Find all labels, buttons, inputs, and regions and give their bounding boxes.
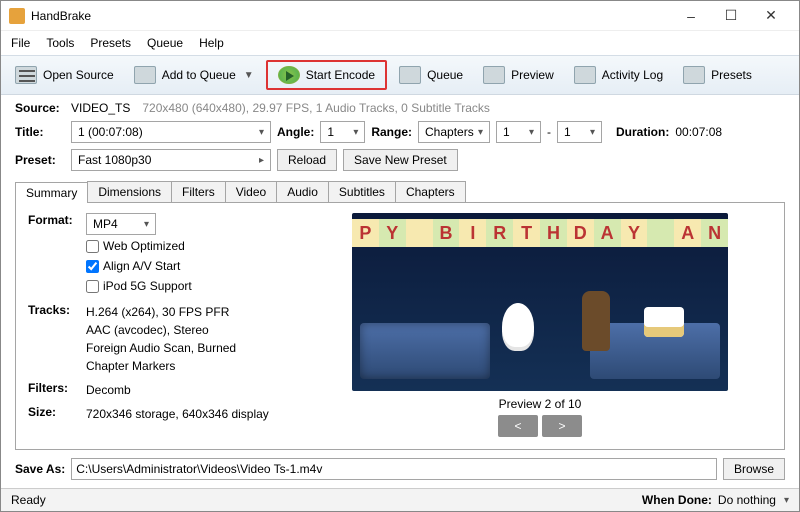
angle-label: Angle: (277, 125, 314, 139)
preview-label: Preview (511, 68, 554, 82)
format-label: Format: (28, 213, 86, 297)
film-icon (15, 66, 37, 84)
source-name: VIDEO_TS (71, 101, 130, 115)
birthday-banner: PY BIRTHDAY AN (352, 219, 728, 247)
preview-prev-button[interactable]: < (498, 415, 538, 437)
browse-button[interactable]: Browse (723, 458, 785, 480)
duration-value: 00:07:08 (675, 125, 722, 139)
chevron-down-icon: ▼ (244, 70, 254, 81)
presets-label: Presets (711, 68, 752, 82)
preview-thumbnail: PY BIRTHDAY AN (352, 213, 728, 391)
tab-chapters[interactable]: Chapters (395, 181, 466, 202)
preset-label: Preset: (15, 153, 65, 167)
source-label: Source: (15, 101, 65, 115)
title-row: Title: 1 (00:07:08)▾ Angle: 1▾ Range: Ch… (15, 121, 785, 143)
preview-next-button[interactable]: > (542, 415, 582, 437)
start-encode-label: Start Encode (306, 68, 375, 82)
range-sep: - (547, 125, 551, 139)
log-icon (574, 66, 596, 84)
source-info: 720x480 (640x480), 29.97 FPS, 1 Audio Tr… (142, 101, 490, 115)
title-select[interactable]: 1 (00:07:08)▾ (71, 121, 271, 143)
status-bar: Ready When Done: Do nothing ▾ (1, 488, 799, 511)
format-select[interactable]: MP4▾ (86, 213, 156, 235)
save-as-row: Save As: Browse (1, 450, 799, 488)
range-to-select[interactable]: 1▾ (557, 121, 602, 143)
angle-select[interactable]: 1▾ (320, 121, 365, 143)
add-to-queue-label: Add to Queue (162, 68, 236, 82)
title-label: Title: (15, 125, 65, 139)
tab-body: Format: MP4▾ Web Optimized Align A/V Sta… (15, 203, 785, 450)
tab-summary[interactable]: Summary (15, 182, 88, 203)
when-done-value[interactable]: Do nothing (718, 493, 776, 507)
menu-file[interactable]: File (9, 34, 32, 52)
preset-row: Preset: Fast 1080p30▸ Reload Save New Pr… (15, 149, 785, 171)
title-value: 1 (00:07:08) (78, 125, 143, 139)
presets-icon (683, 66, 705, 84)
preview-nav: < > (498, 415, 582, 437)
open-source-label: Open Source (43, 68, 114, 82)
filters-value: Decomb (86, 381, 288, 399)
reload-button[interactable]: Reload (277, 149, 337, 171)
tracks-label: Tracks: (28, 303, 86, 375)
activity-log-button[interactable]: Activity Log (566, 62, 671, 88)
menu-presets[interactable]: Presets (88, 34, 133, 52)
web-optimized-checkbox[interactable] (86, 240, 99, 253)
app-window: HandBrake – ☐ ✕ File Tools Presets Queue… (0, 0, 800, 512)
source-row: Source: VIDEO_TS 720x480 (640x480), 29.9… (15, 101, 785, 115)
app-icon (9, 8, 25, 24)
menu-bar: File Tools Presets Queue Help (1, 31, 799, 55)
add-to-queue-button[interactable]: Add to Queue ▼ (126, 62, 262, 88)
preview-icon (483, 66, 505, 84)
activity-log-label: Activity Log (602, 68, 663, 82)
align-av-checkbox[interactable] (86, 260, 99, 273)
start-encode-button[interactable]: Start Encode (266, 60, 387, 90)
save-as-input[interactable] (71, 458, 717, 480)
presets-button[interactable]: Presets (675, 62, 760, 88)
preset-select[interactable]: Fast 1080p30▸ (71, 149, 271, 171)
queue-button[interactable]: Queue (391, 62, 471, 88)
size-value: 720x346 storage, 640x346 display (86, 405, 288, 423)
queue-icon (399, 66, 421, 84)
save-as-label: Save As: (15, 462, 65, 476)
menu-queue[interactable]: Queue (145, 34, 185, 52)
tab-video[interactable]: Video (225, 181, 277, 202)
range-mode-select[interactable]: Chapters▾ (418, 121, 490, 143)
tracks-values: H.264 (x264), 30 FPS PFR AAC (avcodec), … (86, 303, 288, 375)
menu-tools[interactable]: Tools (44, 34, 76, 52)
queue-add-icon (134, 66, 156, 84)
duration-label: Duration: (616, 125, 669, 139)
app-title: HandBrake (31, 9, 671, 23)
queue-label: Queue (427, 68, 463, 82)
maximize-button[interactable]: ☐ (711, 7, 751, 24)
tab-audio[interactable]: Audio (276, 181, 329, 202)
open-source-button[interactable]: Open Source (7, 62, 122, 88)
range-label: Range: (371, 125, 412, 139)
content-area: Source: VIDEO_TS 720x480 (640x480), 29.9… (1, 95, 799, 450)
chevron-down-icon: ▾ (784, 495, 789, 506)
preview-caption: Preview 2 of 10 (499, 397, 582, 411)
tabs: Summary Dimensions Filters Video Audio S… (15, 181, 785, 203)
play-icon (278, 66, 300, 84)
filters-label: Filters: (28, 381, 86, 399)
ipod-checkbox[interactable] (86, 280, 99, 293)
tab-dimensions[interactable]: Dimensions (87, 181, 172, 202)
range-from-select[interactable]: 1▾ (496, 121, 541, 143)
tab-filters[interactable]: Filters (171, 181, 226, 202)
toolbar: Open Source Add to Queue ▼ Start Encode … (1, 55, 799, 95)
tab-subtitles[interactable]: Subtitles (328, 181, 396, 202)
status-ready: Ready (11, 493, 46, 507)
menu-help[interactable]: Help (197, 34, 226, 52)
size-label: Size: (28, 405, 86, 423)
preview-button[interactable]: Preview (475, 62, 562, 88)
when-done-label: When Done: (642, 493, 712, 507)
summary-left: Format: MP4▾ Web Optimized Align A/V Sta… (28, 213, 288, 439)
summary-right: PY BIRTHDAY AN Preview 2 of 10 < > (308, 213, 772, 439)
close-button[interactable]: ✕ (751, 7, 791, 24)
titlebar: HandBrake – ☐ ✕ (1, 1, 799, 31)
save-preset-button[interactable]: Save New Preset (343, 149, 458, 171)
minimize-button[interactable]: – (671, 8, 711, 24)
